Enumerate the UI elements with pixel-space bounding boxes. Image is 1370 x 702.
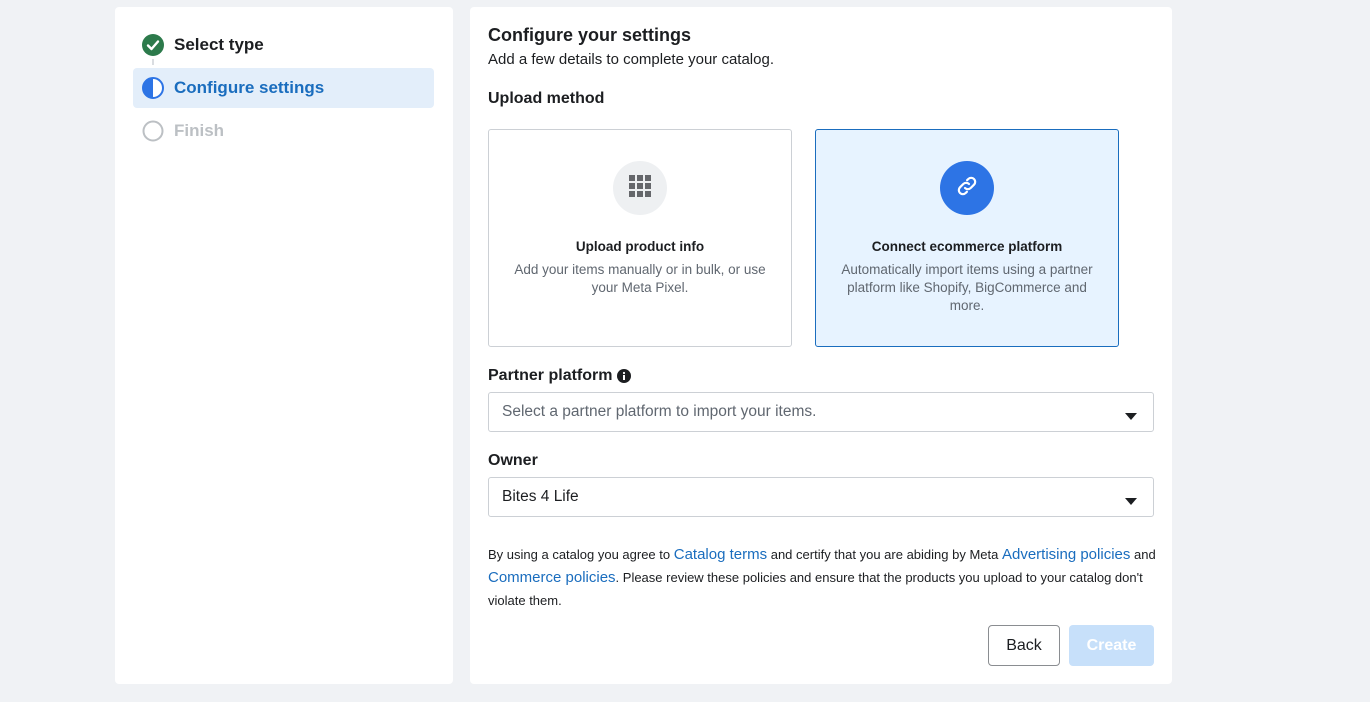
step-select-type[interactable]: Select type (133, 25, 434, 65)
step-label: Configure settings (174, 78, 325, 97)
connect-ecommerce-platform-card[interactable]: Connect ecommerce platform Automatically… (815, 129, 1119, 347)
commerce-policies-link[interactable]: Commerce policies (488, 569, 616, 586)
grid-icon (629, 174, 651, 202)
card-description: Add your items manually or in bulk, or u… (514, 262, 766, 295)
step-connector (152, 59, 154, 65)
partner-platform-label-row: Partner platform (488, 367, 632, 385)
step-label: Finish (174, 121, 225, 140)
advertising-policies-link[interactable]: Advertising policies (1002, 546, 1130, 563)
page-subtitle: Add a few details to complete your catal… (488, 51, 774, 68)
chevron-down-icon (1124, 408, 1138, 420)
upload-product-info-card[interactable]: Upload product info Add your items manua… (488, 129, 792, 347)
upload-method-label: Upload method (488, 90, 605, 107)
step-label: Select type (174, 35, 264, 54)
grid-icon-circle (613, 161, 667, 215)
page-title: Configure your settings (488, 25, 692, 45)
chevron-down-icon (1124, 493, 1138, 505)
step-finish[interactable]: Finish (133, 111, 434, 151)
step-configure-settings[interactable]: Configure settings (133, 68, 434, 108)
info-icon[interactable] (617, 369, 632, 383)
settings-panel: Configure your settings Add a few detail… (470, 7, 1172, 684)
card-description: Automatically import items using a partn… (841, 262, 1093, 313)
create-button[interactable]: Create (1069, 625, 1154, 666)
stepper-sidebar: Select type Configure settings Finish (115, 7, 453, 684)
terms-text: By using a catalog you agree to Catalog … (488, 543, 1158, 612)
partner-platform-select[interactable]: Select a partner platform to import your… (488, 392, 1154, 432)
owner-label: Owner (488, 452, 538, 469)
partner-platform-placeholder: Select a partner platform to import your… (502, 403, 817, 420)
card-title: Upload product info (575, 239, 705, 254)
link-icon-circle (940, 161, 994, 215)
catalog-terms-link[interactable]: Catalog terms (674, 546, 767, 563)
half-circle-icon (142, 77, 164, 99)
owner-select[interactable]: Bites 4 Life (488, 477, 1154, 517)
back-button[interactable]: Back (988, 625, 1060, 666)
terms-text-part: By using a catalog you agree to (488, 547, 674, 562)
partner-platform-label: Partner platform (488, 367, 613, 384)
card-title: Connect ecommerce platform (871, 239, 1063, 254)
check-circle-icon (142, 34, 164, 56)
terms-text-part: and (1130, 547, 1156, 562)
owner-value: Bites 4 Life (502, 488, 579, 505)
terms-text-part: and certify that you are abiding by Meta (767, 547, 1002, 562)
empty-circle-icon (142, 120, 164, 142)
link-icon (955, 174, 979, 203)
